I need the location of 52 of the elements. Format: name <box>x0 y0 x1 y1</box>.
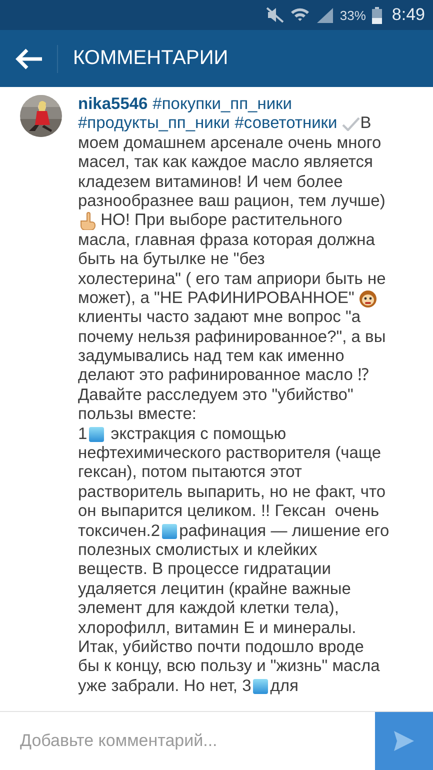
comment-text: уже забрали. Но нет, 3 <box>78 676 252 696</box>
hashtag-link[interactable]: #продукты_пп_ники <box>78 114 230 134</box>
comment-text: полезных смолистых и клейких <box>78 540 318 560</box>
comment-text: Итак, убийство почти подошло вроде <box>78 638 364 658</box>
comment-text: удаляется лецитин (крайне важные <box>78 580 351 600</box>
screen-title: КОММЕНТАРИИ <box>73 47 228 70</box>
wifi-icon <box>290 6 310 24</box>
comment-text: клиенты часто задают мне вопрос "а <box>78 308 361 328</box>
comment-text: пользы вместе: <box>78 405 196 425</box>
back-arrow-icon <box>14 48 42 70</box>
comment-text: может), а "НЕ РАФИНИРОВАННОЕ" <box>78 288 356 308</box>
signal-icon <box>316 7 334 23</box>
square-icon <box>162 524 178 539</box>
comment-text: рафинация — лишение его <box>179 522 390 541</box>
comment-text: нефтехимического растворителя (чаще <box>78 444 382 464</box>
comment-text: НО! При выборе растительного <box>100 211 342 231</box>
comment-text: моем домашнем арсенале очень много <box>78 134 382 154</box>
square-icon <box>89 426 104 442</box>
comment-text: почему нельзя рафинированное?", а вы <box>78 328 386 348</box>
comment-text: кладезем витаминов! И чем более <box>78 172 343 192</box>
check-mark-icon <box>342 117 360 132</box>
comment-text: гексан), потом пытаются этот <box>78 463 302 483</box>
comment-text: растворитель выпарить, но не факт, что <box>78 482 386 502</box>
comment-text: Давайте расследуем это "убийство" <box>78 386 354 406</box>
comment-text: экстракция с помощью <box>110 424 286 444</box>
comment-text: веществ. В процессе гидратации <box>78 560 331 580</box>
comment-text: задумывались над тем как именно <box>78 347 344 366</box>
comment-text: масел, так как каждое масло является <box>78 153 373 173</box>
hashtag-link[interactable]: #покупки_пп_ники <box>152 95 292 114</box>
battery-icon <box>372 6 382 24</box>
comment-text: хлорофилл, витамин Е и минералы. <box>78 618 356 638</box>
monkey-face-icon <box>358 290 377 308</box>
comment-text: бы к концу, всю пользу и "жизнь" масла <box>78 657 380 677</box>
square-icon <box>253 678 268 694</box>
comment-text: холестерина" ( его там априори быть не <box>78 270 386 289</box>
comment-text: разнообразнее ваш рацион, тем лучше) <box>78 192 386 212</box>
pointing-hand-icon <box>78 212 96 230</box>
battery-percent: 33% <box>340 8 366 22</box>
comment-text: В <box>360 114 372 134</box>
comment-text: 1 <box>78 424 88 444</box>
comment-text: элемент для каждой клетки тела), <box>78 599 339 619</box>
comment-text: быть на бутылке не "без <box>78 250 265 270</box>
comment-text: масла, главная фраза которая должна <box>78 230 375 250</box>
comment-text: он выпарится целиком. !! Гексан очень <box>78 502 380 522</box>
comment-text: для <box>270 676 298 696</box>
mute-icon <box>266 7 284 23</box>
comment-text: делают это рафинированное масло ⁉ <box>78 366 368 386</box>
clock: 8:49 <box>392 5 425 25</box>
username-link[interactable]: nika5546 <box>78 95 148 114</box>
send-icon <box>393 730 415 752</box>
hashtag-link[interactable]: #советотники <box>234 114 338 134</box>
comment-text: токсичен.2 <box>78 522 160 541</box>
